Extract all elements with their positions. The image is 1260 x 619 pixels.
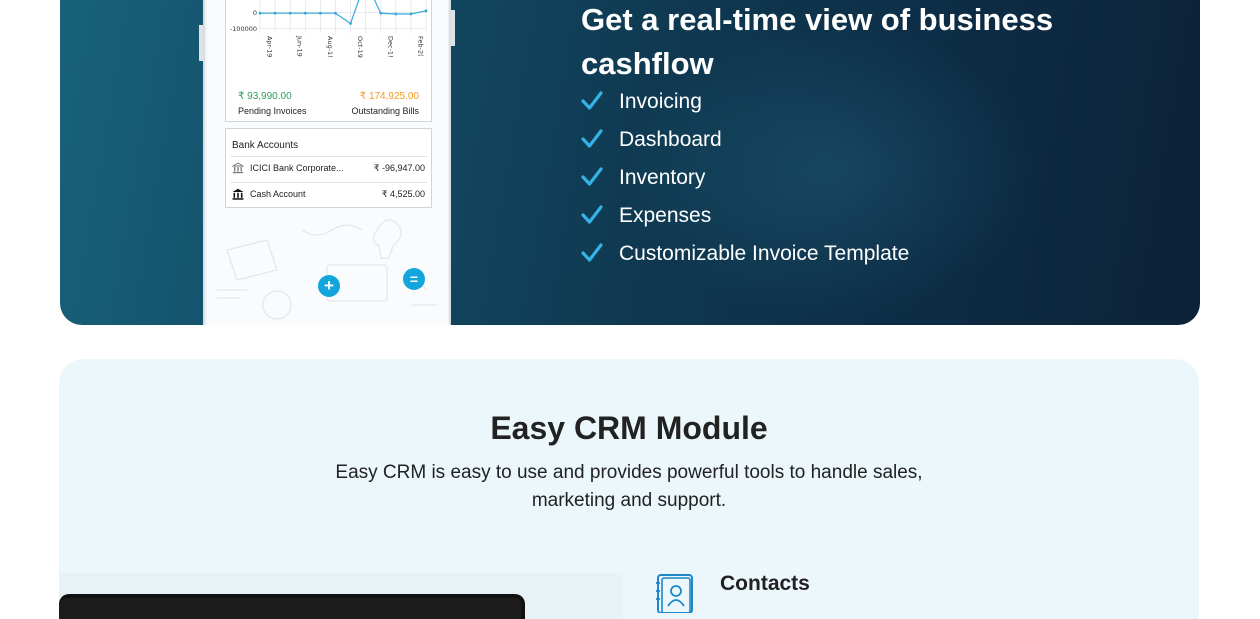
x-tick-label: Oct-19 [356,36,364,58]
x-tick-label: Jun-19 [296,35,304,57]
add-fab-button[interactable]: + [318,275,340,297]
summary-amounts: ₹ 93,990.00 ₹ 174,925.00 Pending Invoice… [226,89,433,123]
phone-mockup: 2000001000000-100000 Apr-19Jun-19Aug-1!O… [199,0,455,325]
contacts-feature-label: Contacts [720,572,810,595]
chart-point [273,11,277,15]
menu-fab-button[interactable]: = [403,268,425,290]
bank-accounts-card: Bank Accounts ICICI Bank Corporate... ₹ … [225,128,432,208]
feature-label: Inventory [619,166,706,189]
outstanding-bills-label: Outstanding Bills [351,106,419,116]
bank-account-balance: ₹ 4,525.00 [381,189,425,199]
chart-point [258,11,262,15]
cashflow-series-line [260,0,427,25]
cashflow-hero-banner: 2000001000000-100000 Apr-19Jun-19Aug-1!O… [60,0,1200,325]
y-tick-label: 100000 [232,0,257,1]
feature-label: Invoicing [619,90,702,113]
chart-point [303,11,307,15]
outstanding-bills-amount: ₹ 174,925.00 [359,91,419,102]
chart-point [394,12,398,16]
crm-module-section: Easy CRM Module Easy CRM is easy to use … [59,359,1199,619]
checkmark-icon [581,91,603,110]
contacts-book-icon [656,574,693,613]
laptop-mockup [59,594,525,619]
bank-account-balance: ₹ -96,947.00 [373,163,425,173]
bank-account-name: ICICI Bank Corporate... [250,163,344,173]
chart-point [409,12,413,16]
feature-label: Expenses [619,204,712,227]
bank-accounts-title: Bank Accounts [232,140,299,151]
x-tick-label: Feb-2( [416,36,424,57]
checkmark-icon [581,205,603,224]
hero-title: Get a real-time view of business cashflo… [581,2,1054,81]
pending-invoices-label: Pending Invoices [238,106,307,116]
crm-section-subtitle: Easy CRM is easy to use and provides pow… [335,462,923,511]
chart-point [349,22,352,25]
chart-point [318,11,322,15]
checkmark-icon [581,167,603,186]
bank-account-name: Cash Account [250,189,306,199]
laptop-mockup-area [59,573,622,619]
bank-building-icon [232,162,244,174]
checkmark-icon [581,243,603,262]
checkmark-icon [581,129,603,148]
cashflow-chart-card: 2000001000000-100000 Apr-19Jun-19Aug-1!O… [225,0,432,122]
crm-section-title: Easy CRM Module [490,410,768,446]
bank-account-row[interactable]: ICICI Bank Corporate... ₹ -96,947.00 [230,156,427,180]
x-tick-label: Apr-19 [266,36,274,57]
feature-label: Dashboard [619,128,722,151]
x-tick-label: Aug-1! [326,36,334,58]
x-tick-label: Dec-1! [386,36,394,58]
bank-pillars-icon [232,188,244,200]
chart-point [379,11,383,15]
pending-invoices-amount: ₹ 93,990.00 [238,91,292,102]
y-tick-label: -100000 [230,25,257,33]
chart-point [288,11,292,15]
chart-point [424,9,428,13]
phone-side-button [199,25,203,61]
bank-account-row[interactable]: Cash Account ₹ 4,525.00 [230,182,427,206]
chart-point [334,11,337,15]
y-tick-label: 0 [253,9,257,17]
feature-label: Customizable Invoice Template [619,242,910,265]
phone-side-button [451,10,455,46]
cashflow-line-chart: 2000001000000-100000 Apr-19Jun-19Aug-1!O… [230,0,428,58]
phone-screen: 2000001000000-100000 Apr-19Jun-19Aug-1!O… [207,0,448,325]
